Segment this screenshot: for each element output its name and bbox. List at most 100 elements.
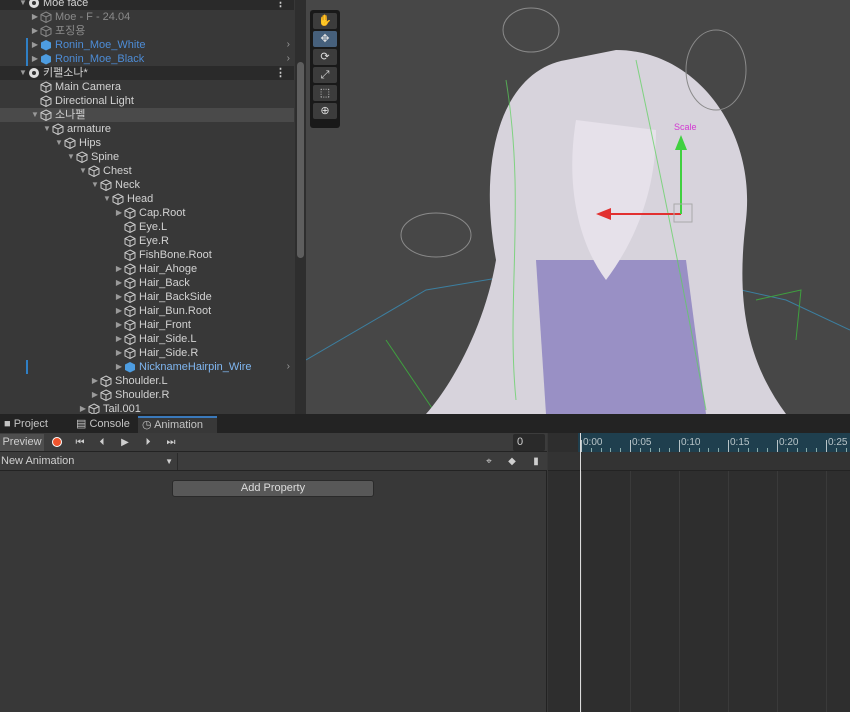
hierarchy-item[interactable]: ▼ Chest: [0, 164, 294, 178]
hierarchy-item[interactable]: ▼ 소나펠: [0, 108, 294, 122]
expand-arrow-down-icon[interactable]: ▼: [78, 164, 88, 178]
hierarchy-item[interactable]: ▶ NicknameHairpin_Wire ›: [0, 360, 294, 374]
next-keyframe-button[interactable]: ⏵: [138, 434, 158, 451]
hierarchy-item[interactable]: ▶ Hair_Side.R: [0, 346, 294, 360]
tab-project[interactable]: ■ Project: [0, 416, 72, 433]
filter-by-selection-button[interactable]: ⌖: [479, 453, 499, 470]
prev-keyframe-button[interactable]: ⏴: [92, 434, 112, 451]
expand-arrow-right-icon[interactable]: ▶: [114, 318, 124, 332]
chevron-right-icon[interactable]: ›: [287, 52, 290, 66]
hierarchy-item[interactable]: ▼ 키펠소나* ⋮: [0, 66, 294, 80]
hierarchy-scrollbar[interactable]: [295, 0, 306, 414]
expand-arrow-right-icon[interactable]: ▶: [114, 332, 124, 346]
hierarchy-item[interactable]: ▶ Hair_Ahoge: [0, 262, 294, 276]
hierarchy-item[interactable]: ▼ Neck: [0, 178, 294, 192]
hierarchy-item[interactable]: Eye.L: [0, 220, 294, 234]
hierarchy-item[interactable]: ▶ Cap.Root: [0, 206, 294, 220]
chevron-right-icon[interactable]: ›: [287, 38, 290, 52]
event-track[interactable]: [548, 452, 850, 471]
clip-dropdown[interactable]: New Animation ▼: [0, 453, 178, 470]
time-ruler[interactable]: 0:00 0:05 0:10 0:15 0:20 0:25: [578, 433, 850, 452]
hierarchy-item[interactable]: Main Camera: [0, 80, 294, 94]
expand-arrow-right-icon[interactable]: ▶: [30, 52, 40, 66]
record-button[interactable]: [48, 434, 66, 451]
hierarchy-item[interactable]: Directional Light: [0, 94, 294, 108]
expand-arrow-down-icon[interactable]: ▼: [42, 122, 52, 136]
rotate-tool-button[interactable]: ⟳: [313, 49, 337, 65]
expand-arrow-right-icon[interactable]: ▶: [30, 10, 40, 24]
expand-arrow-right-icon[interactable]: ▶: [114, 276, 124, 290]
expand-arrow-right-icon[interactable]: ▶: [114, 262, 124, 276]
expand-arrow-right-icon[interactable]: ▶: [90, 388, 100, 402]
hierarchy-item[interactable]: ▶ Ronin_Moe_Black ›: [0, 52, 294, 66]
gameobject-icon: [100, 389, 112, 402]
hierarchy-item[interactable]: ▶ Hair_Side.L: [0, 332, 294, 346]
expand-arrow-right-icon[interactable]: ▶: [90, 374, 100, 388]
hierarchy-item[interactable]: ▶ Moe - F - 24.04: [0, 10, 294, 24]
last-keyframe-button[interactable]: ⏭: [160, 434, 182, 451]
expand-arrow-right-icon[interactable]: ▶: [114, 206, 124, 220]
bottom-tab-bar: ■ Project ▤ Console ◷ Animation: [0, 414, 850, 433]
gameobject-icon: [124, 305, 136, 318]
expand-arrow-down-icon[interactable]: ▼: [54, 136, 64, 150]
expand-arrow-right-icon[interactable]: ▶: [114, 290, 124, 304]
animation-window: Preview ⏮ ⏴ ▶ ⏵ ⏭ 0 New Animation ▼ ⌖ ◆ ▮…: [0, 433, 850, 712]
hierarchy-item[interactable]: ▶ Shoulder.R: [0, 388, 294, 402]
expand-arrow-right-icon[interactable]: ▶: [114, 360, 124, 374]
playhead[interactable]: [580, 433, 581, 712]
add-event-button[interactable]: ▮: [526, 453, 546, 470]
hierarchy-item[interactable]: ▶ Hair_Bun.Root: [0, 304, 294, 318]
hierarchy-item[interactable]: ▼ Moe face ⋮: [0, 0, 294, 10]
hand-tool-button[interactable]: ✋: [313, 13, 337, 29]
expand-arrow-down-icon[interactable]: ▼: [18, 0, 28, 10]
timeline-gridline: [728, 471, 729, 712]
rect-tool-button[interactable]: ⬚: [313, 85, 337, 101]
play-button[interactable]: ▶: [115, 434, 135, 451]
expand-arrow-right-icon[interactable]: ▶: [30, 38, 40, 52]
scale-tool-button[interactable]: ⤢: [313, 67, 337, 83]
hierarchy-item[interactable]: ▼ Head: [0, 192, 294, 206]
add-keyframe-button[interactable]: ◆: [502, 453, 522, 470]
hierarchy-item[interactable]: ▶ Hair_Back: [0, 276, 294, 290]
expand-arrow-right-icon[interactable]: ▶: [30, 24, 40, 38]
hierarchy-item[interactable]: Eye.R: [0, 234, 294, 248]
hierarchy-item[interactable]: ▶ Ronin_Moe_White ›: [0, 38, 294, 52]
scene-menu-icon[interactable]: ⋮: [275, 66, 286, 80]
scene-view[interactable]: Scale ✋ ✥ ⟳ ⤢ ⬚ ⊕: [306, 0, 850, 414]
hierarchy-item[interactable]: ▶ Tail.001: [0, 402, 294, 414]
scene-menu-icon[interactable]: ⋮: [275, 0, 286, 10]
hierarchy-item[interactable]: ▼ Spine: [0, 150, 294, 164]
timeline-gridline: [581, 471, 582, 712]
hierarchy-item[interactable]: ▶ Hair_BackSide: [0, 290, 294, 304]
expand-arrow-down-icon[interactable]: ▼: [30, 108, 40, 122]
gameobject-icon: [124, 347, 136, 360]
tab-console[interactable]: ▤ Console: [72, 416, 142, 433]
timeline-gridline: [777, 471, 778, 712]
hierarchy-item[interactable]: ▶ 포징용: [0, 24, 294, 38]
expand-arrow-right-icon[interactable]: ▶: [78, 402, 88, 414]
preview-button[interactable]: Preview: [0, 434, 44, 451]
hierarchy-item[interactable]: ▼ armature: [0, 122, 294, 136]
hierarchy-item[interactable]: FishBone.Root: [0, 248, 294, 262]
hierarchy-item-label: Hair_Bun.Root: [139, 305, 212, 317]
expand-arrow-down-icon[interactable]: ▼: [102, 192, 112, 206]
tab-animation[interactable]: ◷ Animation: [138, 416, 217, 433]
first-keyframe-button[interactable]: ⏮: [70, 434, 90, 451]
expand-arrow-right-icon[interactable]: ▶: [114, 346, 124, 360]
add-property-button[interactable]: Add Property: [172, 480, 374, 497]
hierarchy-item[interactable]: ▶ Hair_Front: [0, 318, 294, 332]
hierarchy-item[interactable]: ▶ Shoulder.L: [0, 374, 294, 388]
expand-arrow-down-icon[interactable]: ▼: [90, 178, 100, 192]
frame-input[interactable]: 0: [513, 434, 545, 451]
expand-arrow-down-icon[interactable]: ▼: [66, 150, 76, 164]
expand-arrow-right-icon[interactable]: ▶: [114, 304, 124, 318]
hierarchy-item-label: 포징용: [55, 25, 86, 37]
timeline-pane[interactable]: 0:00 0:05 0:10 0:15 0:20 0:25: [548, 433, 850, 712]
scrollbar-thumb[interactable]: [297, 62, 304, 258]
gameobject-icon: [100, 375, 112, 388]
transform-tool-button[interactable]: ⊕: [313, 103, 337, 119]
move-tool-button[interactable]: ✥: [313, 31, 337, 47]
expand-arrow-down-icon[interactable]: ▼: [18, 66, 28, 80]
chevron-right-icon[interactable]: ›: [287, 360, 290, 374]
hierarchy-item[interactable]: ▼ Hips: [0, 136, 294, 150]
